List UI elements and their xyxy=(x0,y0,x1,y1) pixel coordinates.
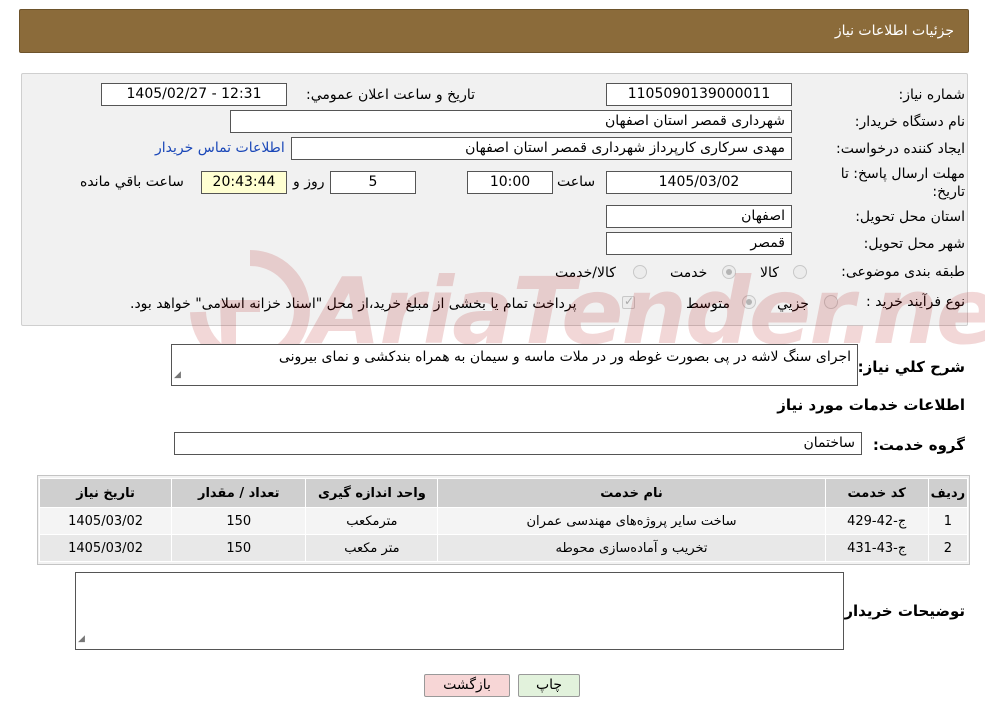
purchase-option-minor: جزيي xyxy=(777,296,809,312)
cell-service-code: ج-43-431 xyxy=(824,534,929,562)
announce-datetime-field: 1405/02/27 - 12:31 xyxy=(101,83,287,106)
back-button[interactable]: بازگشت xyxy=(424,674,510,697)
deadline-label-line2: تاريخ: xyxy=(932,184,965,200)
buyer-notes-textarea[interactable]: ◢ xyxy=(75,572,844,650)
col-header-need-date: تاريخ نياز xyxy=(38,478,173,508)
delivery-city-field: قمصر xyxy=(606,232,792,255)
services-table: رديف كد خدمت نام خدمت واحد اندازه گيری ت… xyxy=(38,478,969,562)
deadline-label-line1: مهلت ارسال پاسخ: تا xyxy=(840,166,965,182)
delivery-province-field: اصفهان xyxy=(606,205,792,228)
deadline-time-field: 10:00 xyxy=(467,171,553,194)
deadline-time-label: ساعت xyxy=(557,174,596,190)
cell-service-code: ج-42-429 xyxy=(824,507,929,535)
cell-service-name: ساخت ساير پروژه‌های مهندسی عمران xyxy=(437,507,826,535)
treasury-payment-note: پرداخت تمام يا بخشی از مبلغ خريد،از محل … xyxy=(130,296,577,312)
treasury-payment-checkbox[interactable] xyxy=(622,294,635,309)
print-button[interactable]: چاپ xyxy=(518,674,580,697)
remaining-time-field: 20:43:44 xyxy=(201,171,287,194)
page-header: جزئیات اطلاعات نیاز xyxy=(19,9,969,53)
buyer-org-label: نام دستگاه خريدار: xyxy=(854,114,965,130)
services-table-wrapper: رديف كد خدمت نام خدمت واحد اندازه گيری ت… xyxy=(37,475,970,565)
page-title: جزئیات اطلاعات نیاز xyxy=(834,23,954,39)
col-header-service-name: نام خدمت xyxy=(437,478,826,508)
requester-label: ايجاد کننده درخواست: xyxy=(836,141,965,157)
cell-unit: مترمکعب xyxy=(305,507,439,535)
resize-grip-icon[interactable]: ◢ xyxy=(174,366,181,384)
cell-quantity: 150 xyxy=(171,507,307,535)
category-radio-service[interactable] xyxy=(722,265,736,279)
cell-quantity: 150 xyxy=(171,534,307,562)
buyer-notes-label: توضيحات خريدار: xyxy=(838,602,965,620)
category-label: طبقه بندی موضوعی: xyxy=(841,264,965,280)
cell-row-number: 1 xyxy=(927,507,969,535)
col-header-row-number: رديف xyxy=(927,478,969,508)
category-option-goods-service: كالا/خدمت xyxy=(555,265,616,281)
purchase-option-medium: متوسط xyxy=(686,296,730,312)
announce-datetime-label: تاریخ و ساعت اعلان عمومي: xyxy=(306,87,475,103)
purchase-type-label: نوع فرآيند خريد : xyxy=(866,294,965,310)
delivery-province-label: استان محل تحويل: xyxy=(855,209,965,225)
need-number-field: 1105090139000011 xyxy=(606,83,792,106)
category-radio-goods[interactable] xyxy=(793,265,807,279)
need-number-label: شماره نیاز: xyxy=(898,87,966,103)
category-radio-goods-service[interactable] xyxy=(633,265,647,279)
remaining-time-label: ساعت باقي مانده xyxy=(80,174,184,190)
resize-grip-icon[interactable]: ◢ xyxy=(78,630,85,648)
cell-service-name: تخريب و آماده‌سازی محوطه xyxy=(437,534,826,562)
description-text: اجرای سنگ لاشه در پی بصورت غوطه ور در مل… xyxy=(278,349,851,365)
buyer-contact-link[interactable]: اطلاعات تماس خريدار xyxy=(155,140,285,156)
table-header-row: رديف كد خدمت نام خدمت واحد اندازه گيری ت… xyxy=(38,478,969,508)
col-header-quantity: تعداد / مقدار xyxy=(171,478,307,508)
col-header-unit: واحد اندازه گيری xyxy=(305,478,439,508)
requester-field: مهدی سرکاری کارپرداز شهرداری قمصر استان … xyxy=(291,137,792,160)
delivery-city-label: شهر محل تحويل: xyxy=(863,236,965,252)
buyer-org-field: شهرداری قمصر استان اصفهان xyxy=(230,110,792,133)
purchase-radio-medium[interactable] xyxy=(742,295,756,309)
deadline-days-field: 5 xyxy=(330,171,416,194)
description-label: شرح كلي نياز: xyxy=(857,358,965,376)
cell-need-date: 1405/03/02 xyxy=(38,534,173,562)
purchase-radio-minor[interactable] xyxy=(824,295,838,309)
description-textarea[interactable]: اجرای سنگ لاشه در پی بصورت غوطه ور در مل… xyxy=(171,344,858,386)
deadline-days-label: روز و xyxy=(293,174,325,190)
col-header-service-code: كد خدمت xyxy=(824,478,929,508)
cell-need-date: 1405/03/02 xyxy=(38,507,173,535)
deadline-date-field: 1405/03/02 xyxy=(606,171,792,194)
services-section-title: اطلاعات خدمات مورد نياز xyxy=(777,396,965,414)
category-option-service: خدمت xyxy=(670,265,708,281)
table-row: 2 ج-43-431 تخريب و آماده‌سازی محوطه متر … xyxy=(38,534,969,562)
cell-row-number: 2 xyxy=(927,534,969,562)
category-option-goods: كالا xyxy=(760,265,779,281)
cell-unit: متر مكعب xyxy=(305,534,439,562)
service-group-field: ساختمان xyxy=(174,432,862,455)
service-group-label: گروه خدمت: xyxy=(872,436,965,454)
table-row: 1 ج-42-429 ساخت ساير پروژه‌های مهندسی عم… xyxy=(38,507,969,535)
